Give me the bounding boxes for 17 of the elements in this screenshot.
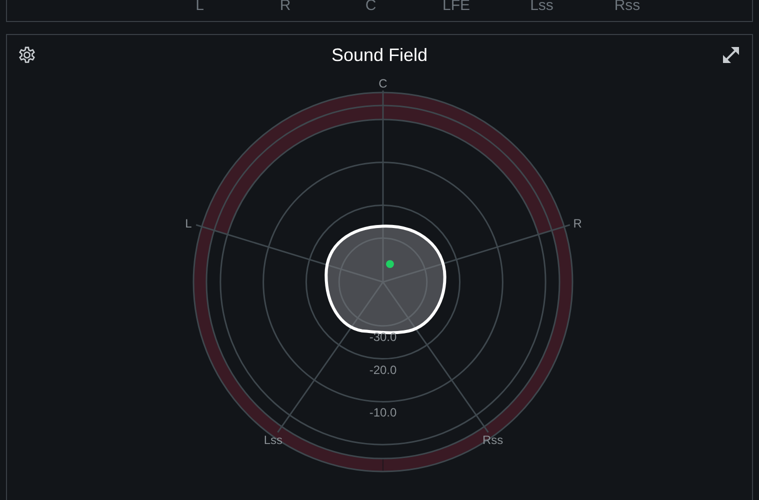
channel-label: LFE [441, 0, 471, 16]
scale-label: -30.0 [369, 330, 397, 344]
scale-label: -10.0 [369, 406, 397, 420]
expand-icon[interactable] [722, 46, 740, 64]
channel-label: Rss [613, 0, 642, 16]
speaker-label: Rss [482, 432, 504, 447]
position-dot [386, 260, 394, 268]
speaker-label: L [185, 216, 192, 231]
channel-label: L [194, 0, 205, 16]
settings-icon[interactable] [17, 45, 37, 65]
speaker-label: Lss [264, 432, 282, 447]
scale-label: -20.0 [369, 362, 397, 377]
speaker-label: C [378, 76, 388, 91]
channel-label: Lss [529, 0, 554, 16]
channel-label: R [278, 0, 292, 16]
speaker-label: R [573, 216, 582, 231]
panel-title: Sound Field [331, 44, 428, 66]
